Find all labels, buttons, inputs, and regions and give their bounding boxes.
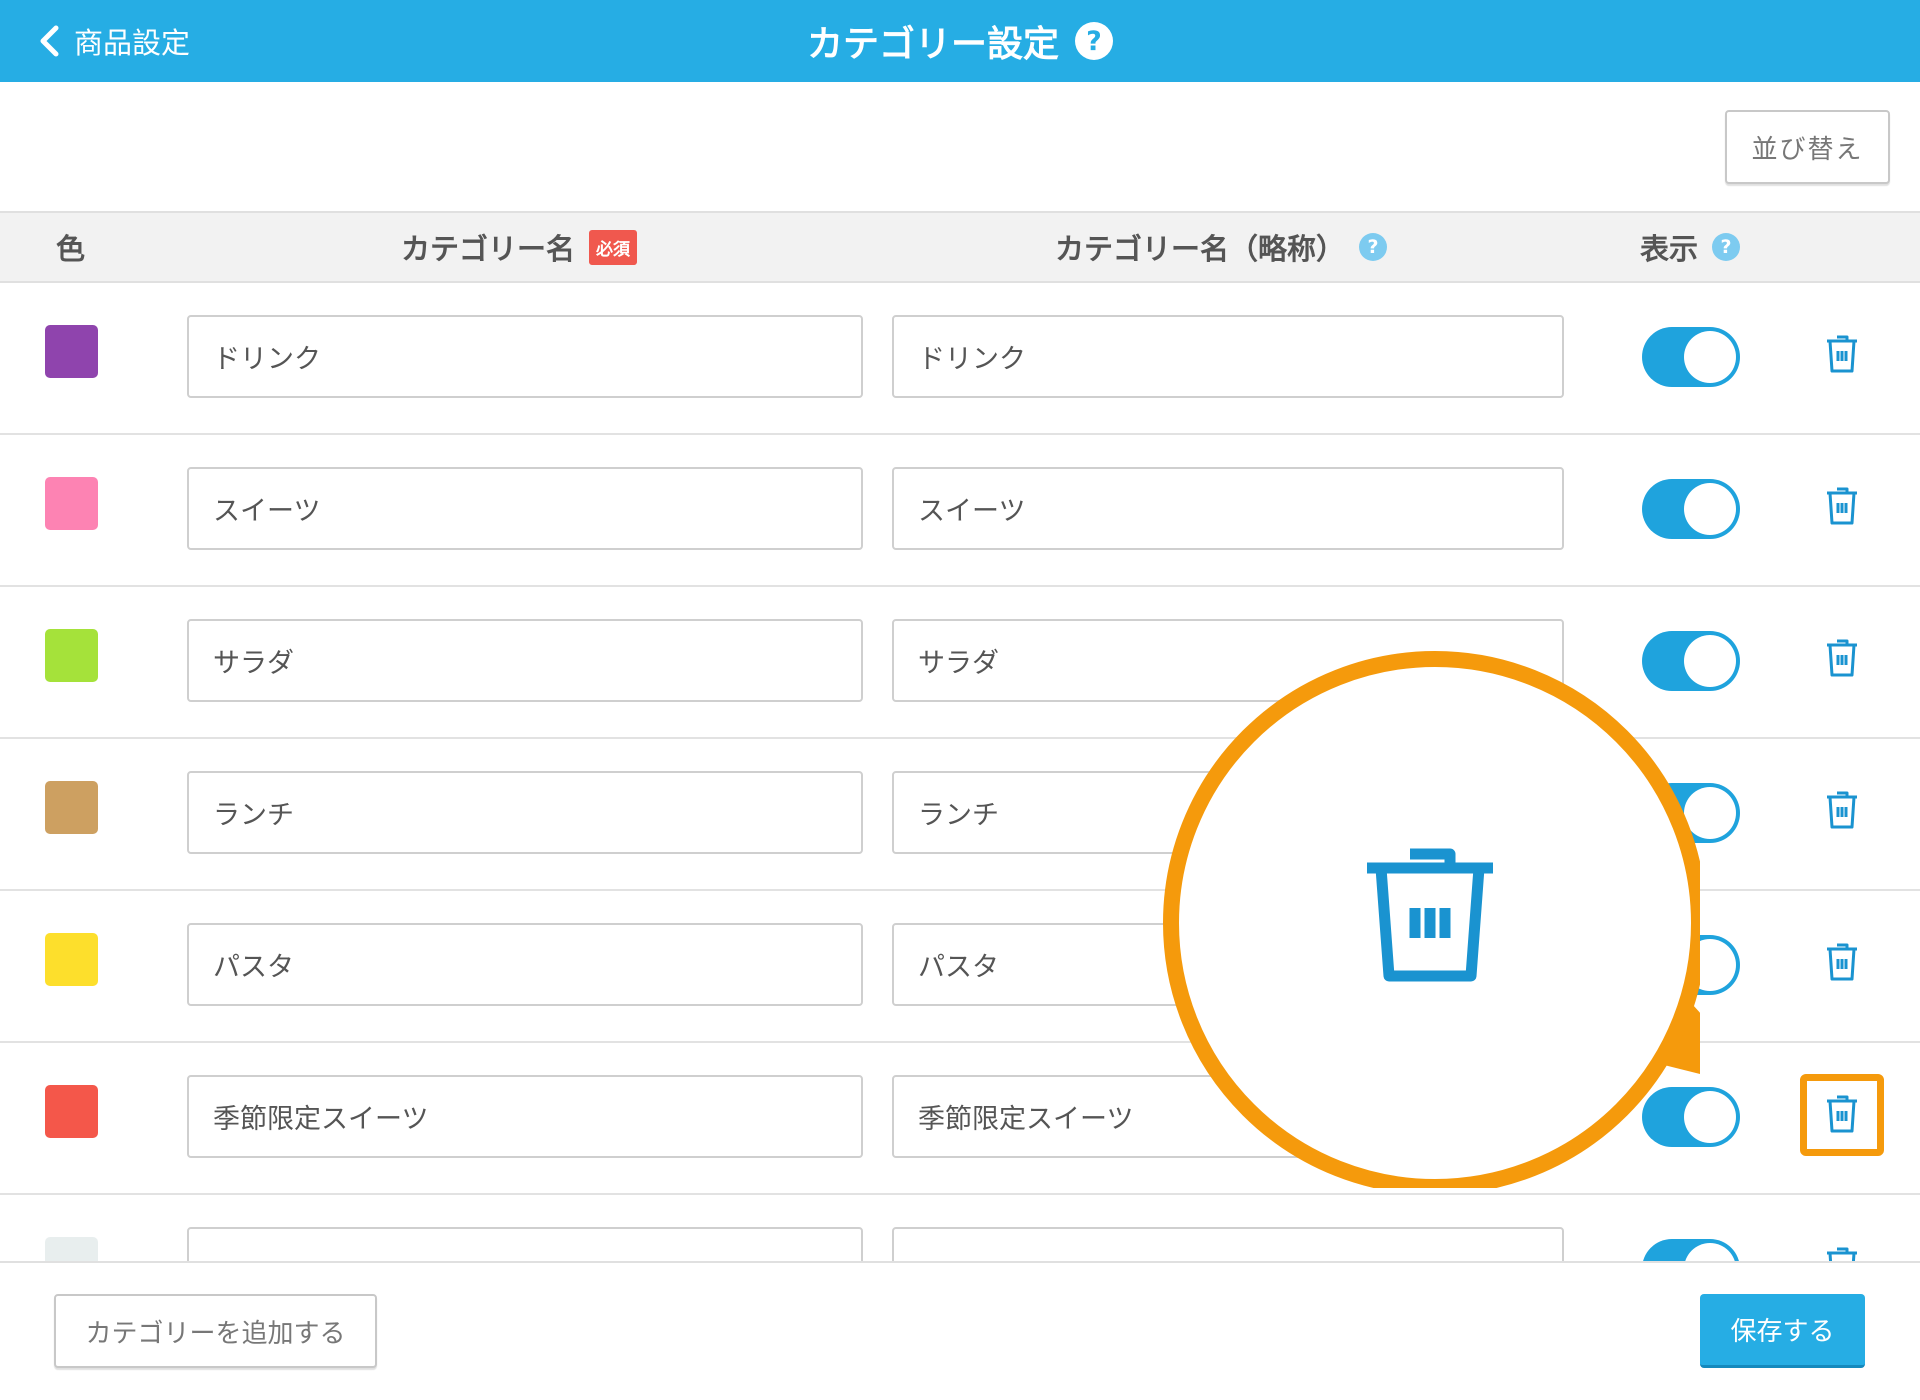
trash-icon [1825,790,1859,834]
color-swatch[interactable] [45,933,98,986]
column-display-label: 表示 [1640,232,1699,266]
color-swatch[interactable] [45,325,98,378]
required-badge: 必須 [589,229,638,265]
footer-bar: カテゴリーを追加する 保存する [0,1261,1920,1400]
toggle-knob [1684,787,1736,839]
trash-icon [1825,942,1859,986]
category-abbr-input[interactable]: スイーツ [892,467,1564,550]
table-row: パスタ パスタ [0,891,1920,1043]
table-row: ランチ ランチ [0,739,1920,891]
save-button[interactable]: 保存する [1700,1294,1865,1368]
column-header-color: 色 [56,213,85,281]
category-name-input[interactable]: サラダ [187,619,863,702]
toggle-knob [1684,483,1736,535]
column-abbr-label: カテゴリー名（略称） [1055,232,1346,266]
display-toggle[interactable] [1642,783,1740,843]
category-abbr-input[interactable]: サラダ [892,619,1564,702]
color-swatch[interactable] [45,629,98,682]
category-name-input[interactable]: スイーツ [187,467,863,550]
trash-icon [1825,334,1859,378]
column-header-abbr: カテゴリー名（略称） ? [1055,213,1388,281]
delete-button[interactable] [1822,637,1862,683]
app-header: 商品設定 カテゴリー設定 ? [0,0,1920,82]
color-swatch[interactable] [45,477,98,530]
color-swatch[interactable] [45,1085,98,1138]
toggle-knob [1684,635,1736,687]
help-icon[interactable]: ? [1075,22,1113,60]
delete-button[interactable] [1822,333,1862,379]
display-toggle[interactable] [1642,479,1740,539]
sort-button[interactable]: 並び替え [1725,110,1890,184]
page-title-wrap: カテゴリー設定 ? [0,0,1920,82]
category-name-input[interactable]: 季節限定スイーツ [187,1075,863,1158]
table-row: スイーツ スイーツ [0,435,1920,587]
category-name-input[interactable]: パスタ [187,923,863,1006]
add-category-button[interactable]: カテゴリーを追加する [54,1294,377,1368]
delete-button[interactable] [1822,485,1862,531]
display-toggle[interactable] [1642,631,1740,691]
delete-button[interactable] [1822,941,1862,987]
column-color-label: 色 [56,232,86,266]
help-icon[interactable]: ? [1712,233,1741,261]
category-abbr-input[interactable]: パスタ [892,923,1564,1006]
category-name-input[interactable]: ドリンク [187,315,863,398]
display-toggle[interactable] [1642,935,1740,995]
column-name-label: カテゴリー名 [401,232,576,266]
display-toggle[interactable] [1642,1087,1740,1147]
delete-button[interactable] [1822,789,1862,835]
toggle-knob [1684,1091,1736,1143]
column-header-display: 表示 ? [1640,213,1741,281]
table-row: 季節限定スイーツ 季節限定スイーツ [0,1043,1920,1195]
display-toggle[interactable] [1642,327,1740,387]
category-name-input[interactable]: ランチ [187,771,863,854]
category-abbr-input[interactable]: 季節限定スイーツ [892,1075,1564,1158]
highlight-box [1800,1074,1884,1156]
category-abbr-input[interactable]: ランチ [892,771,1564,854]
toggle-knob [1684,331,1736,383]
color-swatch[interactable] [45,781,98,834]
page-title: カテゴリー設定 [806,24,1059,65]
help-icon[interactable]: ? [1359,233,1388,261]
trash-icon [1825,486,1859,530]
table-row: サラダ サラダ [0,587,1920,739]
toggle-knob [1684,939,1736,991]
column-header-name: カテゴリー名 必須 [401,213,638,281]
category-abbr-input[interactable]: ドリンク [892,315,1564,398]
trash-icon [1825,638,1859,682]
table-header: 色 カテゴリー名 必須 カテゴリー名（略称） ? 表示 ? [0,211,1920,283]
table-row: ドリンク ドリンク [0,283,1920,435]
